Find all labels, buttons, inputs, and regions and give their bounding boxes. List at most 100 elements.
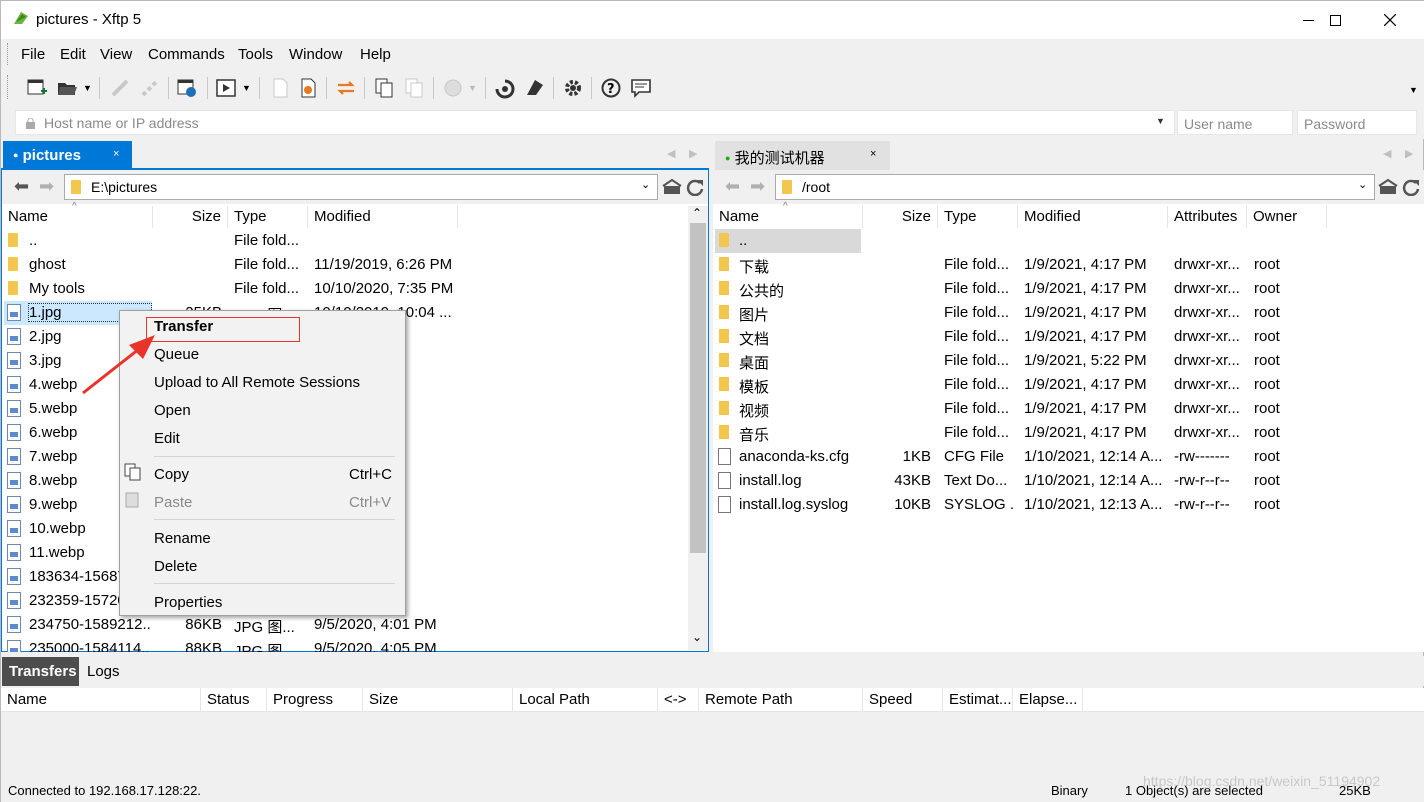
local-path-input[interactable]: E:\pictures ⌄ <box>64 174 658 200</box>
menu-view[interactable]: View <box>100 46 132 63</box>
col-name[interactable]: Name <box>2 206 153 228</box>
tab-remote-session[interactable]: ● 我的测试机器 × <box>715 141 890 170</box>
transfer-col-status[interactable]: Status <box>201 688 267 712</box>
col-type[interactable]: Type <box>228 206 308 228</box>
remote-col-name[interactable]: Name <box>713 206 863 228</box>
table-row[interactable]: .. <box>713 229 1424 253</box>
right-tab-prev-icon[interactable]: ◀ <box>1383 147 1391 160</box>
forward-arrow-icon[interactable]: ➡ <box>39 176 54 197</box>
tab-close-icon[interactable]: × <box>113 148 119 160</box>
menu-upload-all[interactable]: Upload to All Remote Sessions <box>154 374 360 391</box>
home-folder-icon[interactable] <box>662 178 682 196</box>
table-row[interactable]: 公共的 File fold... 1/9/2021, 4:17 PM drwxr-xr… <box>713 277 1424 301</box>
transfer-col-name[interactable]: Name <box>1 688 201 712</box>
tab-remote-close-icon[interactable]: × <box>870 148 876 160</box>
close-button[interactable] <box>1367 1 1413 39</box>
transfer-col-localpath[interactable]: Local Path <box>513 688 658 712</box>
table-row[interactable]: .. File fold... <box>2 229 688 253</box>
table-row[interactable]: 下载 File fold... 1/9/2021, 4:17 PM drwxr-xr.… <box>713 253 1424 277</box>
path-dropdown-icon[interactable]: ⌄ <box>641 178 650 191</box>
remote-col-size[interactable]: Size <box>863 206 938 228</box>
scroll-thumb[interactable] <box>690 223 706 553</box>
remote-col-type[interactable]: Type <box>938 206 1018 228</box>
help-icon[interactable]: ? <box>600 77 622 99</box>
transfer-col-remotepath[interactable]: Remote Path <box>699 688 863 712</box>
new-session-icon[interactable] <box>26 77 48 99</box>
table-row[interactable]: 235000-1584114... 88KB JPG 图... 9/5/2020, 4… <box>2 637 688 652</box>
col-size[interactable]: Size <box>153 206 228 228</box>
transfer-file-icon[interactable] <box>297 77 319 99</box>
remote-home-folder-icon[interactable] <box>1378 178 1398 196</box>
transfer-col-progress[interactable]: Progress <box>267 688 363 712</box>
table-row[interactable]: 图片 File fold... 1/9/2021, 4:17 PM drwxr-xr.… <box>713 301 1424 325</box>
copy-icon[interactable] <box>373 77 395 99</box>
gear-icon[interactable] <box>562 77 584 99</box>
menu-edit-item[interactable]: Edit <box>154 430 180 447</box>
remote-col-owner[interactable]: Owner <box>1247 206 1327 228</box>
remote-forward-arrow-icon[interactable]: ➡ <box>750 176 765 197</box>
table-row[interactable]: anaconda-ks.cfg 1KB CFG File 1/10/2021, 12:… <box>713 445 1424 469</box>
sync-arrows-icon[interactable] <box>335 77 357 99</box>
remote-path-input[interactable]: /root ⌄ <box>775 174 1375 200</box>
left-tab-next-icon[interactable]: ▶ <box>689 147 697 160</box>
host-input[interactable]: Host name or IP address ▼ <box>15 110 1175 135</box>
refresh-icon[interactable] <box>685 178 705 196</box>
play-dropdown-arrow-icon[interactable]: ▼ <box>242 83 251 93</box>
play-icon[interactable] <box>215 77 237 99</box>
table-row[interactable]: 模板 File fold... 1/9/2021, 4:17 PM drwxr-xr.… <box>713 373 1424 397</box>
menu-delete[interactable]: Delete <box>154 558 197 575</box>
feedback-icon[interactable] <box>630 77 652 99</box>
menu-tools[interactable]: Tools <box>238 46 273 63</box>
menu-rename[interactable]: Rename <box>154 530 211 547</box>
menu-properties[interactable]: Properties <box>154 594 222 611</box>
transfer-col-estimat[interactable]: Estimat... <box>943 688 1013 712</box>
table-row[interactable]: 音乐 File fold... 1/9/2021, 4:17 PM drwxr-xr.… <box>713 421 1424 445</box>
table-row[interactable]: My tools File fold... 10/10/2020, 7:35 PM <box>2 277 688 301</box>
menu-commands[interactable]: Commands <box>148 46 225 63</box>
table-row[interactable]: install.log.syslog 10KB SYSLOG ... 1/10/202… <box>713 493 1424 517</box>
xshell-icon[interactable] <box>494 77 516 99</box>
session-properties-icon[interactable] <box>176 77 198 99</box>
table-row[interactable]: install.log 43KB Text Do... 1/10/2021, 12:1… <box>713 469 1424 493</box>
transfer-col-elapse[interactable]: Elapse... <box>1013 688 1083 712</box>
open-folder-icon[interactable] <box>56 77 78 99</box>
transfer-col-speed[interactable]: Speed <box>863 688 943 712</box>
back-arrow-icon[interactable]: ⬅ <box>14 176 29 197</box>
col-modified[interactable]: Modified <box>308 206 458 228</box>
remote-col-modified[interactable]: Modified <box>1018 206 1168 228</box>
menu-file[interactable]: File <box>21 46 45 63</box>
table-row[interactable]: 文档 File fold... 1/9/2021, 4:17 PM drwxr-xr.… <box>713 325 1424 349</box>
left-tab-prev-icon[interactable]: ◀ <box>667 147 675 160</box>
remote-path-dropdown-icon[interactable]: ⌄ <box>1358 178 1367 191</box>
host-dropdown-arrow-icon[interactable]: ▼ <box>1156 116 1165 126</box>
password-input[interactable]: Password <box>1297 110 1417 135</box>
toolbar-overflow-icon[interactable]: ▼ <box>1409 85 1418 95</box>
menu-open[interactable]: Open <box>154 402 191 419</box>
table-row[interactable]: ghost File fold... 11/19/2019, 6:26 PM <box>2 253 688 277</box>
username-input[interactable]: User name <box>1177 110 1293 135</box>
menu-window[interactable]: Window <box>289 46 342 63</box>
open-dropdown-arrow-icon[interactable]: ▼ <box>83 83 92 93</box>
scroll-down-icon[interactable]: ⌄ <box>692 630 702 644</box>
scroll-up-icon[interactable]: ⌃ <box>692 206 702 220</box>
table-row[interactable]: 234750-1589212... 86KB JPG 图... 9/5/2020, 4… <box>2 613 688 637</box>
menu-edit[interactable]: Edit <box>60 46 86 63</box>
maximize-button[interactable] <box>1312 1 1358 39</box>
menu-copy[interactable]: Copy <box>154 466 189 483</box>
local-scrollbar[interactable]: ⌃ ⌄ <box>688 206 708 650</box>
tab-logs[interactable]: Logs <box>87 663 120 680</box>
tab-transfers[interactable]: Transfers <box>2 657 79 686</box>
table-row[interactable]: 桌面 File fold... 1/9/2021, 5:22 PM drwxr-xr.… <box>713 349 1424 373</box>
table-row[interactable]: 视频 File fold... 1/9/2021, 4:17 PM drwxr-xr.… <box>713 397 1424 421</box>
remote-refresh-icon[interactable] <box>1401 178 1421 196</box>
menu-help[interactable]: Help <box>360 46 391 63</box>
transfer-col-[interactable]: <-> <box>658 688 699 712</box>
file-name: 视频 <box>739 403 770 420</box>
xftp-icon[interactable] <box>524 77 546 99</box>
transfer-col-size[interactable]: Size <box>363 688 513 712</box>
file-name: 下载 <box>739 259 770 276</box>
remote-back-arrow-icon[interactable]: ⬅ <box>725 176 740 197</box>
tab-local-pictures[interactable]: ● pictures × <box>3 141 132 170</box>
remote-col-attributes[interactable]: Attributes <box>1168 206 1247 228</box>
right-tab-next-icon[interactable]: ▶ <box>1405 147 1413 160</box>
